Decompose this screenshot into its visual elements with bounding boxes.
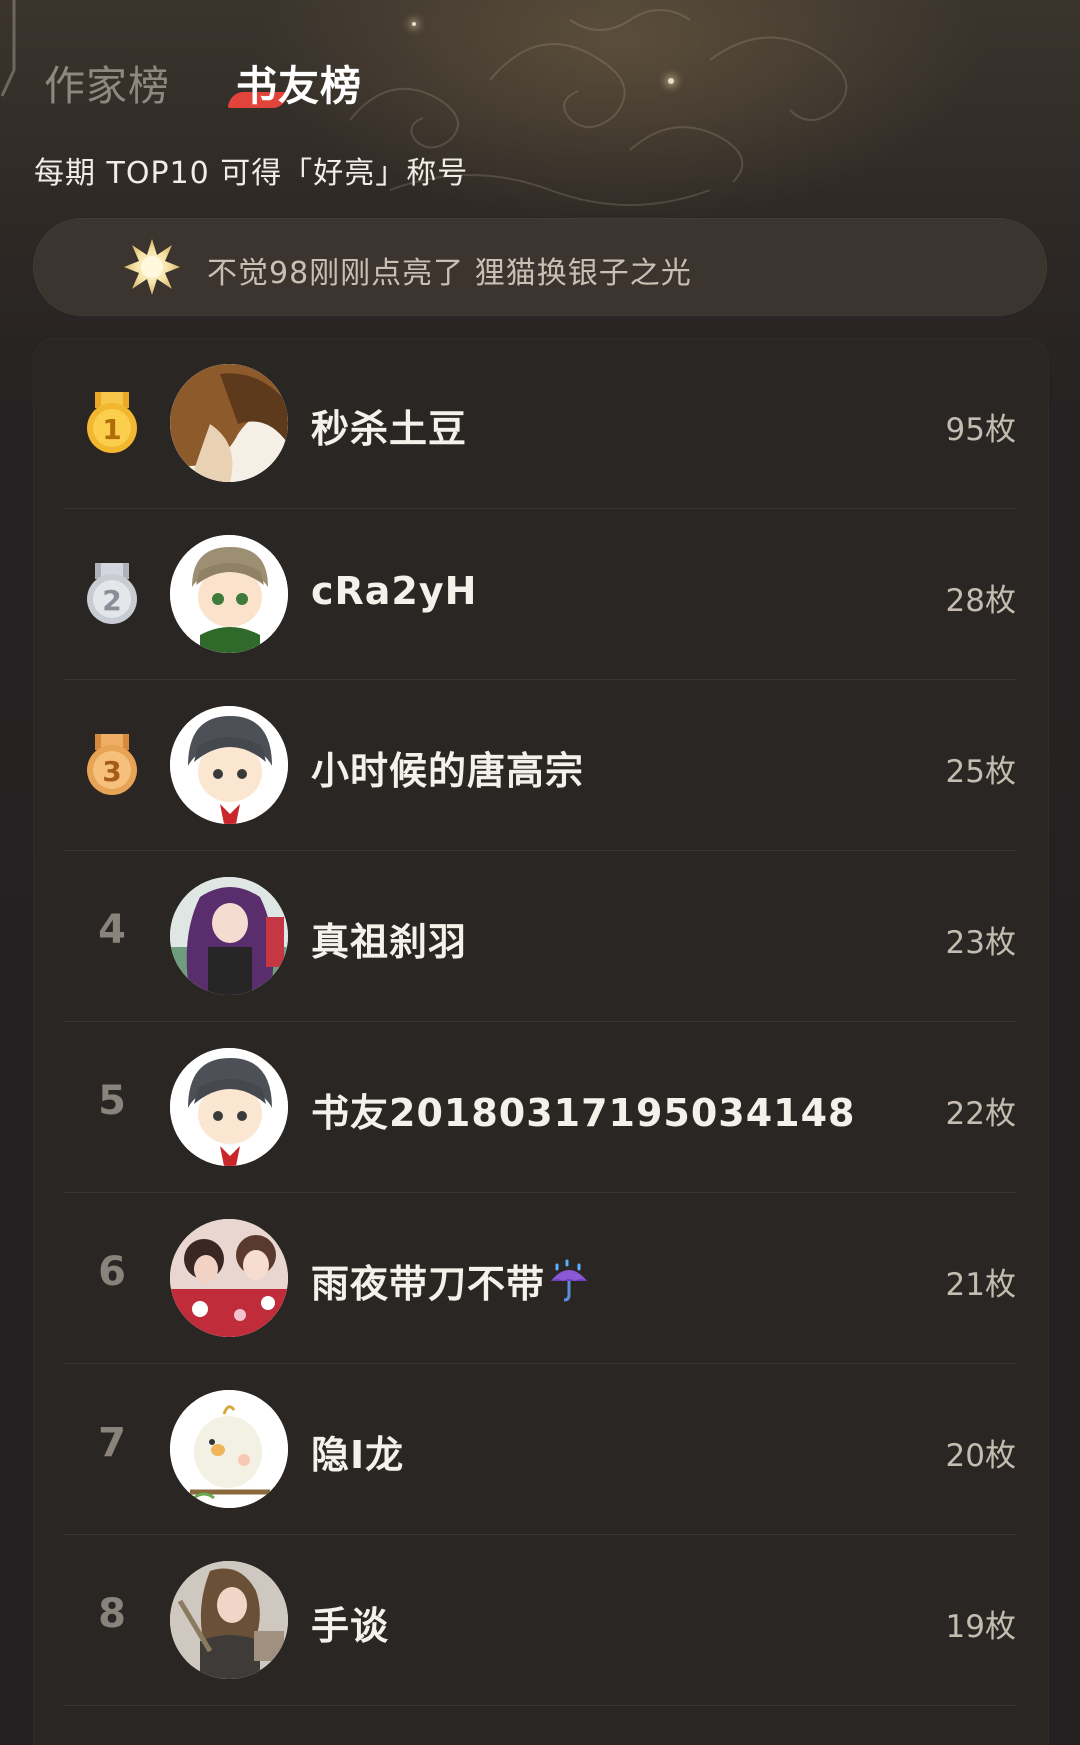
rank-number: 8 (98, 1591, 126, 1637)
ranking-row[interactable]: 2 cRa2yH 28枚 (33, 509, 1049, 680)
sparkle-badge-icon (124, 239, 180, 295)
username: 小时候的唐高宗 (311, 749, 585, 793)
ranking-row[interactable]: 3 小时候的唐高宗 25枚 (33, 680, 1049, 851)
tab-label: 书友榜 (236, 62, 362, 110)
badge-count: 19枚 (945, 1609, 1016, 1645)
rank-number: 7 (98, 1420, 126, 1466)
rank-number: 3 (102, 755, 122, 788)
badge-count: 28枚 (945, 583, 1016, 619)
username-text: 雨夜带刀不带 (311, 1262, 546, 1306)
reward-description: 每期 TOP10 可得「好亮」称号 (34, 156, 469, 191)
user-avatar[interactable] (170, 535, 288, 653)
tab-label: 作家榜 (44, 62, 170, 110)
badge-count: 20枚 (945, 1438, 1016, 1474)
activity-notice-bar[interactable]: 不觉98刚刚点亮了 狸猫换银子之光 (33, 218, 1047, 316)
ranking-row[interactable]: 7 隐I龙 20枚 (33, 1364, 1049, 1535)
ranking-row[interactable]: 5 书友20180317195034148 22枚 (33, 1022, 1049, 1193)
user-avatar[interactable] (170, 1219, 288, 1337)
badge-count: 95枚 (945, 412, 1016, 448)
username: 隐I龙 (311, 1433, 405, 1477)
row-divider (65, 1705, 1017, 1706)
tab-reader-ranking[interactable]: 书友榜 (227, 52, 362, 112)
badge-count: 22枚 (945, 1096, 1016, 1132)
rank-number: 6 (98, 1249, 126, 1295)
ranking-row[interactable]: 8 手谈 19枚 (33, 1535, 1049, 1706)
edge-decoration (0, 0, 16, 97)
username: 书友20180317195034148 (311, 1091, 856, 1135)
badge-count: 25枚 (945, 754, 1016, 790)
user-avatar[interactable] (170, 877, 288, 995)
leaderboard-tabs: 作家榜 书友榜 (44, 52, 362, 112)
username: cRa2yH (311, 569, 478, 613)
user-avatar[interactable] (170, 1390, 288, 1508)
badge-count: 21枚 (945, 1267, 1016, 1303)
username: 秒杀土豆 (311, 407, 468, 451)
rank-number: 1 (102, 413, 122, 446)
notice-text: 不觉98刚刚点亮了 狸猫换银子之光 (207, 256, 692, 291)
ranking-list: 1 秒杀土豆 95枚 2 cRa2yH 28枚 3 小时候的唐高宗 25枚 4 … (33, 338, 1049, 1745)
sparkle-decoration (412, 22, 416, 26)
rank-number: 5 (98, 1078, 126, 1124)
username: 真祖刹羽 (311, 920, 468, 964)
rank-number: 4 (98, 907, 126, 953)
badge-count: 23枚 (945, 925, 1016, 961)
user-avatar[interactable] (170, 364, 288, 482)
username: 雨夜带刀不带 (311, 1253, 591, 1308)
ranking-row[interactable]: 1 秒杀土豆 95枚 (33, 338, 1049, 509)
username: 手谈 (311, 1604, 390, 1648)
user-avatar[interactable] (170, 706, 288, 824)
ranking-row[interactable]: 6 雨夜带刀不带 21枚 (33, 1193, 1049, 1364)
umbrella-rain-icon (551, 1259, 588, 1302)
sparkle-decoration (668, 78, 674, 84)
leaderboard-screen: 作家榜 书友榜 每期 TOP10 可得「好亮」称号 不觉98刚刚点亮了 狸猫换银… (0, 0, 1080, 1745)
user-avatar[interactable] (170, 1561, 288, 1679)
tab-author-ranking[interactable]: 作家榜 (44, 52, 170, 112)
rank-number: 2 (102, 584, 122, 617)
ranking-row[interactable]: 4 真祖刹羽 23枚 (33, 851, 1049, 1022)
user-avatar[interactable] (170, 1048, 288, 1166)
